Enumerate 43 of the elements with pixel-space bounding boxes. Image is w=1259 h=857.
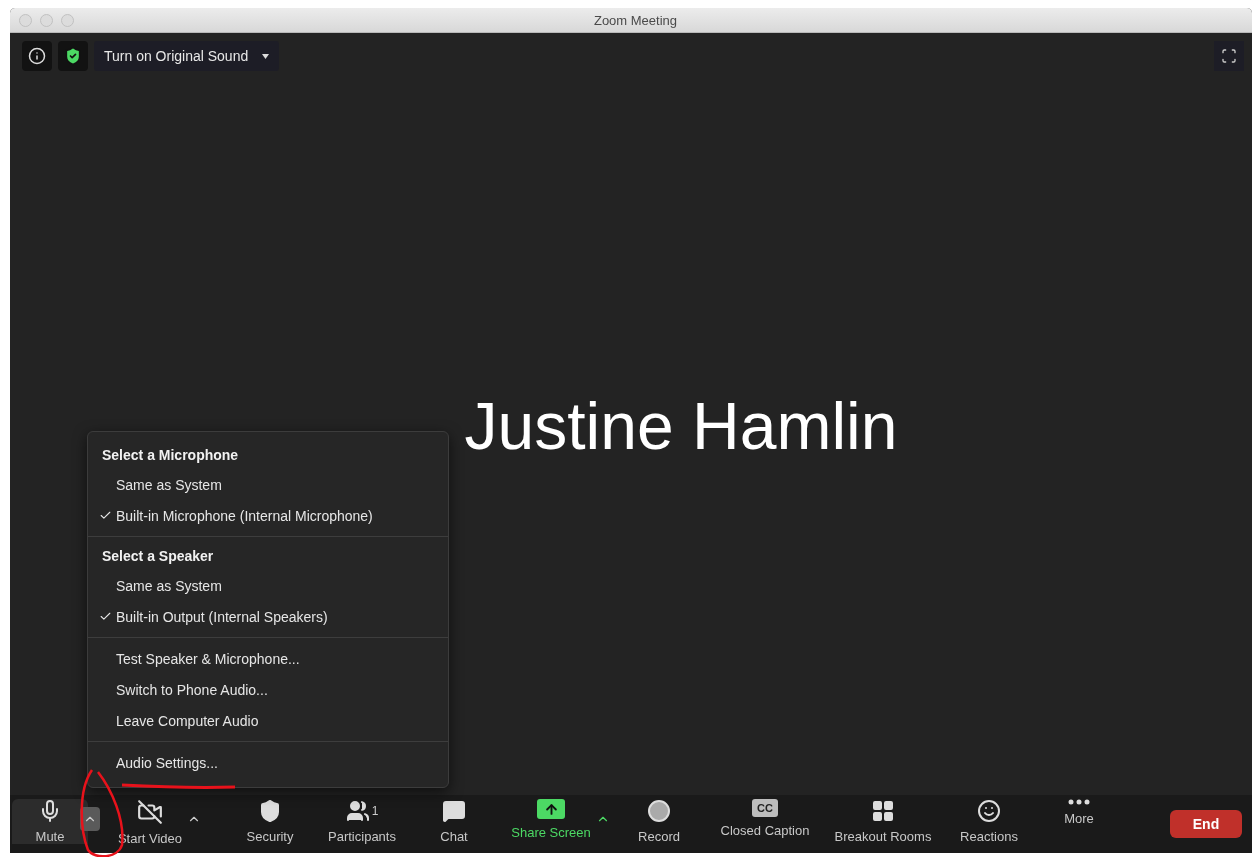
end-button[interactable]: End <box>1170 810 1242 838</box>
dropdown-icon <box>262 53 270 59</box>
more-button[interactable]: More <box>1049 799 1109 826</box>
window-title: Zoom Meeting <box>592 12 679 28</box>
menu-heading: Select a Speaker <box>101 547 215 566</box>
check-icon <box>98 610 112 623</box>
menu-item[interactable]: Same as System <box>88 469 448 500</box>
original-sound-button[interactable]: Turn on Original Sound <box>94 41 280 71</box>
menu-item[interactable]: Built-in Microphone (Internal Microphone) <box>88 500 448 531</box>
info-icon <box>28 47 46 65</box>
info-button[interactable] <box>22 41 52 71</box>
participants-button[interactable]: 1 Participants <box>317 799 407 844</box>
record-icon <box>647 799 671 823</box>
menu-item[interactable]: Built-in Output (Internal Speakers) <box>88 601 448 632</box>
menu-heading: Select a Microphone <box>101 446 240 465</box>
breakout-button[interactable]: Breakout Rooms <box>823 799 943 844</box>
menu-item[interactable]: Test Speaker & Microphone... <box>88 643 448 674</box>
people-icon <box>345 799 370 823</box>
security-button[interactable]: Security <box>230 799 310 844</box>
fullscreen-icon <box>1221 48 1237 64</box>
share-button[interactable]: Share Screen <box>501 799 601 840</box>
menu-item[interactable]: Audio Settings... <box>88 747 448 778</box>
shield-icon <box>258 799 282 823</box>
check-icon <box>98 509 112 522</box>
smiley-icon <box>977 799 1001 823</box>
participant-name: Justine Hamlin <box>464 388 898 464</box>
share-screen-icon <box>537 799 565 819</box>
menu-item[interactable]: Same as System <box>88 570 448 601</box>
reactions-button[interactable]: Reactions <box>949 799 1029 844</box>
menu-item[interactable]: Switch to Phone Audio... <box>88 674 448 705</box>
mic-button[interactable]: Mute <box>12 799 88 844</box>
encryption-button[interactable] <box>58 41 88 71</box>
participant-count: 1 <box>371 804 379 818</box>
video-off-icon <box>137 799 163 825</box>
fullscreen-button[interactable] <box>1214 41 1244 71</box>
chat-bubble-icon <box>442 799 466 823</box>
caption-badge: CC <box>752 799 778 817</box>
chat-button[interactable]: Chat <box>424 799 484 844</box>
grid-icon <box>871 799 895 823</box>
menu-item[interactable]: Leave Computer Audio <box>88 705 448 736</box>
record-button[interactable]: Record <box>629 799 689 844</box>
cc-button[interactable]: CC Closed Caption <box>710 799 820 838</box>
more-icon <box>1068 799 1090 805</box>
